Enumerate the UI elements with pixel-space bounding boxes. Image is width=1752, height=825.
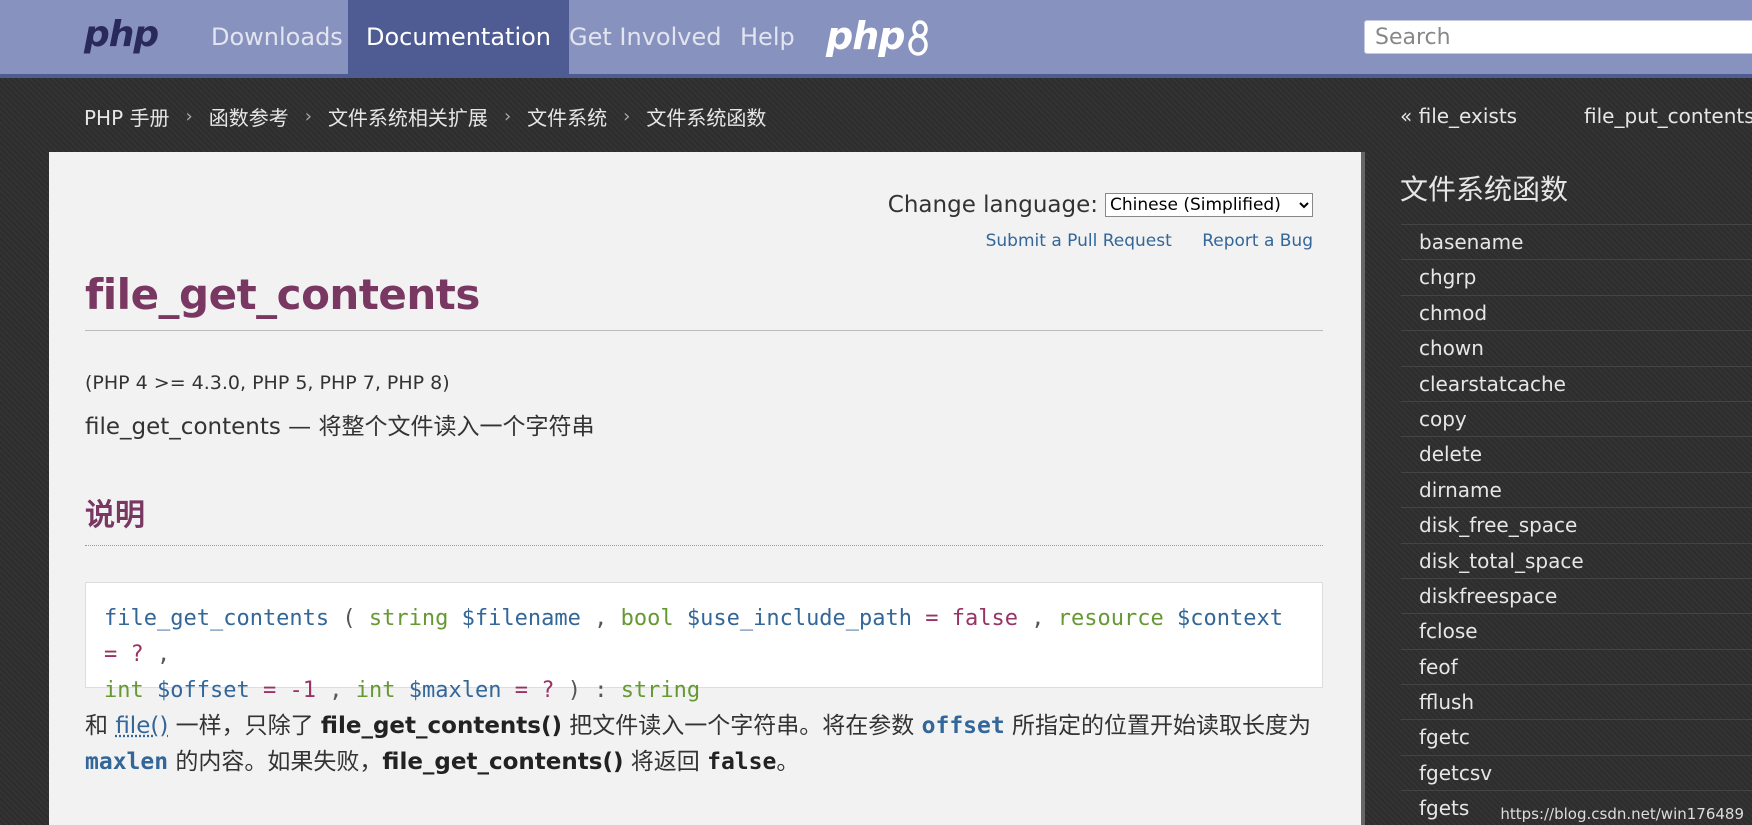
param-default: -1 (289, 678, 316, 703)
main-content: Change language: Chinese (Simplified) Su… (49, 152, 1361, 825)
param-offset: offset (921, 713, 1005, 739)
false-literal: false (707, 749, 777, 775)
sidebar-item-chmod[interactable]: chmod (1401, 294, 1752, 330)
php-logo[interactable]: php (84, 14, 159, 55)
content-edge (1361, 152, 1365, 825)
description-paragraph: 和 file() 一样，只除了 file_get_contents() 把文件读… (85, 713, 1312, 775)
sidebar-title: 文件系统函数 (1400, 173, 1569, 206)
param-name: $maxlen (408, 678, 502, 703)
param-type: int (355, 678, 396, 703)
param-type: int (104, 678, 144, 703)
eight-icon (908, 20, 928, 56)
next-page-link[interactable]: file_put_contents (1584, 100, 1752, 132)
breadcrumb-separator: › (503, 105, 512, 127)
breadcrumb-filesystem-functions[interactable]: 文件系统函数 (646, 102, 766, 131)
method-synopsis: file_get_contents ( string $filename , b… (85, 582, 1323, 703)
nav-help[interactable]: Help (722, 0, 813, 74)
nav-downloads[interactable]: Downloads (193, 0, 361, 74)
watermark: https://blog.csdn.net/win176489 (1500, 805, 1744, 823)
nav-get-involved[interactable]: Get Involved (551, 0, 739, 74)
breadcrumb-filesystem[interactable]: 文件系统 (527, 102, 607, 131)
function-ref: file_get_contents() (320, 713, 562, 739)
sidebar-function-list: basename chgrp chmod chown clearstatcach… (1401, 224, 1752, 825)
param-maxlen: maxlen (85, 749, 169, 775)
language-select[interactable]: Chinese (Simplified) (1105, 193, 1313, 217)
sidebar-item-fclose[interactable]: fclose (1401, 613, 1752, 648)
breadcrumb-php-manual[interactable]: PHP 手册 (84, 102, 170, 131)
param-type: string (368, 606, 449, 631)
synopsis-function-name: file_get_contents (104, 606, 330, 631)
param-type: bool (620, 606, 674, 631)
change-language: Change language: Chinese (Simplified) (888, 192, 1313, 218)
prev-page-link[interactable]: « file_exists (1400, 100, 1517, 132)
sidebar-item-dirname[interactable]: dirname (1401, 471, 1752, 507)
top-navbar: php Downloads Documentation Get Involved… (0, 0, 1752, 78)
sidebar-item-basename[interactable]: basename (1401, 224, 1752, 259)
sidebar-item-chgrp[interactable]: chgrp (1401, 259, 1752, 294)
sidebar-item-disk-free-space[interactable]: disk_free_space (1401, 507, 1752, 542)
nav-documentation[interactable]: Documentation (348, 0, 570, 74)
param-type: resource (1057, 606, 1164, 631)
sidebar-item-copy[interactable]: copy (1401, 400, 1752, 436)
search-box[interactable] (1364, 20, 1752, 54)
return-type: string (620, 678, 701, 703)
param-name: $offset (157, 678, 250, 703)
function-ref: file_get_contents() (382, 749, 624, 775)
param-default: ? (130, 642, 144, 667)
param-name: $filename (461, 606, 581, 631)
description-heading: 说明 (85, 498, 145, 533)
sidebar-item-diskfreespace[interactable]: diskfreespace (1401, 577, 1752, 613)
search-input[interactable] (1365, 21, 1752, 53)
breadcrumb-separator: › (623, 105, 631, 127)
php8-logo-text: php (826, 14, 905, 58)
breadcrumb-separator: › (304, 105, 312, 127)
description-divider (85, 545, 1323, 546)
edit-links: Submit a Pull Request Report a Bug (961, 231, 1313, 251)
sidebar-item-feof[interactable]: feof (1401, 648, 1752, 684)
version-info: (PHP 4 >= 4.3.0, PHP 5, PHP 7, PHP 8) (85, 372, 450, 394)
sidebar-item-fflush[interactable]: fflush (1401, 684, 1752, 719)
param-default: ? (541, 678, 555, 703)
sidebar-item-fgetcsv[interactable]: fgetcsv (1401, 754, 1752, 790)
php8-logo[interactable]: php (826, 14, 928, 62)
report-bug-link[interactable]: Report a Bug (1202, 231, 1313, 251)
sidebar-item-chown[interactable]: chown (1401, 330, 1752, 365)
sidebar-item-disk-total-space[interactable]: disk_total_space (1401, 542, 1752, 578)
change-language-label: Change language: (887, 192, 1098, 218)
file-function-link[interactable]: file() (115, 713, 168, 739)
param-name: $use_include_path (686, 606, 913, 631)
sidebar-item-fgetc[interactable]: fgetc (1401, 719, 1752, 754)
ref-purpose: file_get_contents — 将整个文件读入一个字符串 (85, 414, 595, 440)
title-divider (85, 330, 1323, 331)
sidebar-item-delete[interactable]: delete (1401, 436, 1752, 471)
param-default: false (951, 606, 1019, 631)
breadcrumb: PHP 手册 › 函数参考 › 文件系统相关扩展 › 文件系统 › 文件系统函数 (84, 100, 766, 132)
breadcrumb-function-reference[interactable]: 函数参考 (209, 102, 289, 131)
submit-pull-request-link[interactable]: Submit a Pull Request (986, 231, 1172, 251)
breadcrumb-separator: › (185, 105, 193, 127)
page-title: file_get_contents (85, 270, 480, 319)
sidebar-item-clearstatcache[interactable]: clearstatcache (1401, 365, 1752, 401)
breadcrumb-filesystem-extensions[interactable]: 文件系统相关扩展 (328, 102, 488, 131)
param-name: $context (1176, 606, 1283, 631)
